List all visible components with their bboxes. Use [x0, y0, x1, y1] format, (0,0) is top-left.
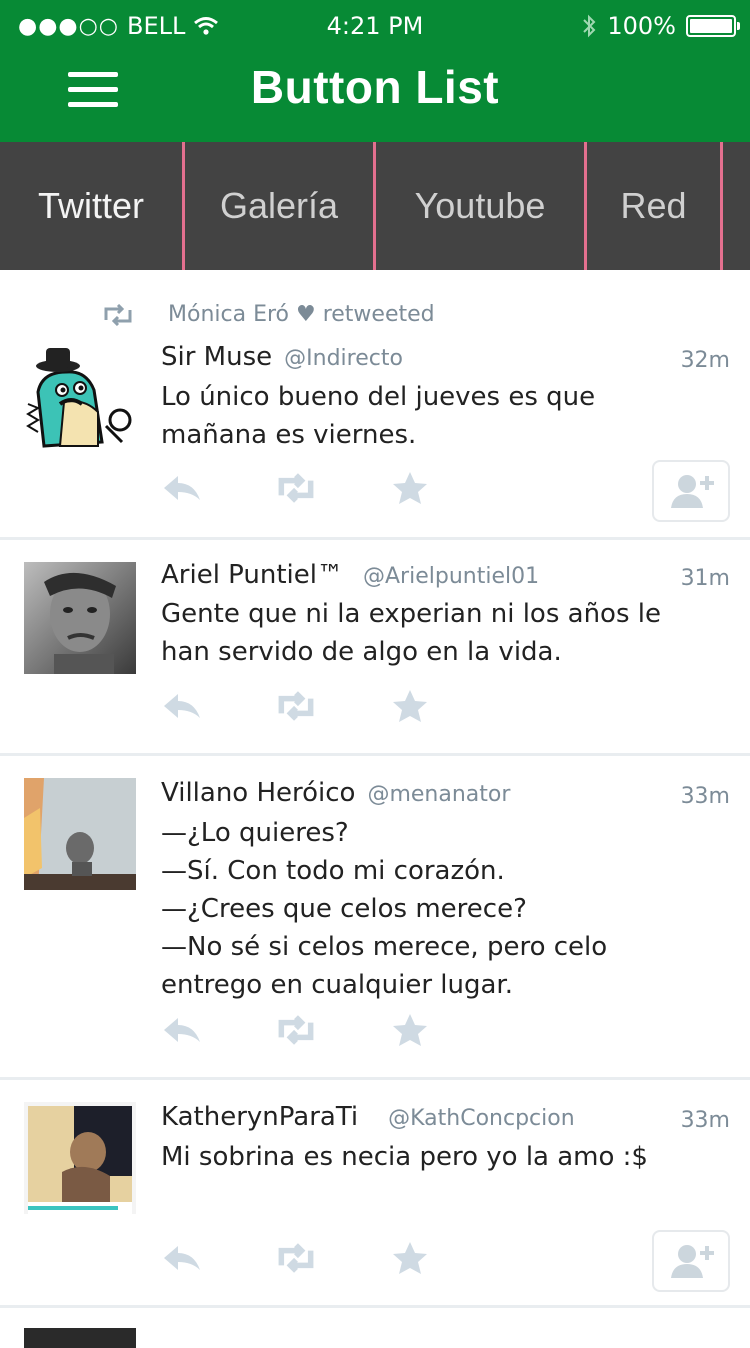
user-name[interactable]: KatherynParaTi: [161, 1102, 358, 1132]
star-icon[interactable]: [388, 688, 432, 724]
reply-icon[interactable]: [160, 1240, 204, 1276]
retweet-icon[interactable]: [274, 688, 318, 724]
reply-icon[interactable]: [160, 688, 204, 724]
tweet-header: Ariel Puntiel™ @Arielpuntiel01: [161, 560, 539, 590]
retweet-icon[interactable]: [274, 1012, 318, 1048]
tweet-actions: [160, 1240, 432, 1276]
tweet-card[interactable]: Ariel Puntiel™ @Arielpuntiel01 31m Gente…: [0, 540, 750, 756]
status-bar: ●●●○○ BELL 4:21 PM 100%: [0, 0, 750, 52]
tweet-text: Gente que ni la experian ni los años le …: [161, 599, 661, 667]
tweet-text: Mi sobrina es necia pero yo la amo :$: [161, 1142, 648, 1172]
tweet-feed: Mónica Eró ♥ retweeted Sir Muse @Indirec…: [0, 270, 750, 1348]
tab-youtube[interactable]: Youtube: [376, 142, 587, 270]
add-user-icon: [671, 475, 714, 508]
tweet-time: 33m: [680, 784, 730, 809]
tweet-header: KatherynParaTi @KathConcpcion: [161, 1102, 575, 1132]
avatar-ariel-puntiel[interactable]: [24, 562, 136, 674]
bluetooth-icon: [583, 14, 596, 38]
tweet-actions: [160, 1012, 432, 1048]
retweet-icon[interactable]: [274, 470, 318, 506]
status-right: 100%: [581, 12, 740, 40]
tweet-time: 31m: [680, 566, 730, 591]
tweet-text: —¿Lo quieres? —Sí. Con todo mi corazón. …: [161, 818, 608, 1000]
tweet-header: Sir Muse @Indirecto: [161, 342, 403, 372]
user-name[interactable]: Ariel Puntiel™: [161, 560, 343, 590]
user-name[interactable]: Villano Heróico: [161, 778, 355, 808]
tweet-card[interactable]: Mónica Eró ♥ retweeted Sir Muse @Indirec…: [0, 270, 750, 540]
star-icon[interactable]: [388, 470, 432, 506]
avatar-sir-muse[interactable]: [24, 342, 136, 454]
tweet-text: Lo único bueno del jueves es que mañana …: [161, 382, 596, 450]
follow-button[interactable]: [652, 460, 730, 522]
reply-icon[interactable]: [160, 470, 204, 506]
avatar-villano-heroico[interactable]: [24, 778, 136, 890]
tab-red[interactable]: Red: [587, 142, 723, 270]
tweet-header: Villano Heróico @menanator: [161, 778, 510, 808]
battery-percent: 100%: [607, 12, 676, 40]
tweet-card[interactable]: Villano Heróico @menanator 33m —¿Lo quie…: [0, 756, 750, 1080]
tweet-actions: [160, 688, 432, 724]
nav-bar: Button List: [0, 52, 750, 142]
user-handle[interactable]: @Indirecto: [284, 346, 403, 371]
add-user-icon: [671, 1245, 714, 1278]
page-title: Button List: [250, 61, 500, 113]
tweet-card[interactable]: KatherynParaTi @KathConcpcion 33m Mi sob…: [0, 1080, 750, 1308]
follow-button[interactable]: [652, 1230, 730, 1292]
user-handle[interactable]: @KathConcpcion: [388, 1106, 575, 1131]
star-icon[interactable]: [388, 1012, 432, 1048]
app-header: ●●●○○ BELL 4:21 PM 100% Button List: [0, 0, 750, 142]
retweet-icon: [104, 303, 132, 326]
tweet-actions: [160, 470, 432, 506]
star-icon[interactable]: [388, 1240, 432, 1276]
retweet-icon[interactable]: [274, 1240, 318, 1276]
user-handle[interactable]: @menanator: [367, 782, 510, 807]
tweet-card[interactable]: [0, 1308, 750, 1348]
retweeted-by: Mónica Eró ♥ retweeted: [168, 302, 435, 327]
tweet-time: 32m: [680, 348, 730, 373]
user-handle[interactable]: @Arielpuntiel01: [363, 564, 539, 589]
tweet-time: 33m: [680, 1108, 730, 1133]
user-name[interactable]: Sir Muse: [161, 342, 272, 372]
tab-galeria[interactable]: Galería: [185, 142, 376, 270]
retweet-indicator: Mónica Eró ♥ retweeted: [102, 302, 435, 327]
reply-icon[interactable]: [160, 1012, 204, 1048]
avatar-katherynparati[interactable]: [24, 1102, 136, 1214]
tab-twitter[interactable]: Twitter: [0, 142, 185, 270]
battery-icon: [686, 15, 740, 37]
tab-bar: Twitter Galería Youtube Red: [0, 142, 750, 270]
avatar-partial: [24, 1328, 136, 1348]
